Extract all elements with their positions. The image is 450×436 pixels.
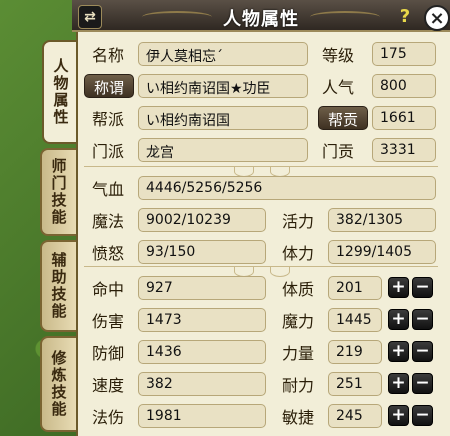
school-label: 门派 bbox=[92, 142, 125, 161]
hp-label: 气血 bbox=[92, 180, 125, 199]
endurance-label: 耐力 bbox=[282, 376, 315, 395]
title-button[interactable]: 称谓 bbox=[84, 74, 134, 98]
magic-minus-button[interactable]: − bbox=[412, 309, 433, 330]
hit-label: 命中 bbox=[92, 280, 125, 299]
agility-label: 敏捷 bbox=[282, 408, 315, 427]
mp-field: 9002/10239 bbox=[138, 208, 266, 232]
contribution-field: 1661 bbox=[372, 106, 436, 130]
tab-label: 修炼技能 bbox=[49, 350, 68, 418]
tab-character-attributes[interactable]: 人物属性 bbox=[42, 40, 78, 144]
strength-plus-button[interactable]: + bbox=[388, 341, 409, 362]
vigor-field: 382/1305 bbox=[328, 208, 436, 232]
level-field: 175 bbox=[372, 42, 436, 66]
title-field: い相约南诏国★功臣 bbox=[138, 74, 308, 98]
contribution-button[interactable]: 帮贡 bbox=[318, 106, 368, 130]
hp-field: 4446/5256/5256 bbox=[138, 176, 436, 200]
constitution-minus-button[interactable]: − bbox=[412, 277, 433, 298]
popularity-field: 800 bbox=[372, 74, 436, 98]
magic-label: 魔力 bbox=[282, 312, 315, 331]
school-contribution-label: 门贡 bbox=[322, 142, 355, 161]
title-bar[interactable]: ⇄ 人物属性 ? × bbox=[72, 0, 450, 32]
agility-field: 245 bbox=[328, 404, 382, 428]
agility-plus-button[interactable]: + bbox=[388, 405, 409, 426]
tab-label: 辅助技能 bbox=[49, 252, 68, 320]
spell-damage-label: 法伤 bbox=[92, 408, 125, 427]
help-icon[interactable]: ? bbox=[394, 5, 416, 27]
anger-field: 93/150 bbox=[138, 240, 266, 264]
stamina-field: 1299/1405 bbox=[328, 240, 436, 264]
defense-field: 1436 bbox=[138, 340, 266, 364]
constitution-plus-button[interactable]: + bbox=[388, 277, 409, 298]
name-label: 名称 bbox=[92, 46, 125, 65]
agility-minus-button[interactable]: − bbox=[412, 405, 433, 426]
speed-label: 速度 bbox=[92, 376, 125, 395]
name-field: 伊人莫相忘ˊ bbox=[138, 42, 308, 66]
tab-school-skills[interactable]: 师门技能 bbox=[40, 148, 76, 236]
guild-label: 帮派 bbox=[92, 110, 125, 129]
endurance-plus-button[interactable]: + bbox=[388, 373, 409, 394]
hit-field: 927 bbox=[138, 276, 266, 300]
school-field: 龙宫 bbox=[138, 138, 308, 162]
tab-cultivation-skills[interactable]: 修炼技能 bbox=[40, 336, 76, 432]
level-label: 等级 bbox=[322, 46, 355, 65]
endurance-minus-button[interactable]: − bbox=[412, 373, 433, 394]
anger-label: 愤怒 bbox=[92, 244, 125, 263]
spell-damage-field: 1981 bbox=[138, 404, 266, 428]
popularity-label: 人气 bbox=[322, 78, 355, 97]
constitution-label: 体质 bbox=[282, 280, 315, 299]
tab-label: 人物属性 bbox=[51, 58, 70, 126]
strength-minus-button[interactable]: − bbox=[412, 341, 433, 362]
tab-auxiliary-skills[interactable]: 辅助技能 bbox=[40, 240, 76, 332]
damage-field: 1473 bbox=[138, 308, 266, 332]
magic-field: 1445 bbox=[328, 308, 382, 332]
vigor-label: 活力 bbox=[282, 212, 315, 231]
stamina-label: 体力 bbox=[282, 244, 315, 263]
close-icon[interactable]: × bbox=[424, 5, 450, 31]
constitution-field: 201 bbox=[328, 276, 382, 300]
school-contribution-field: 3331 bbox=[372, 138, 436, 162]
defense-label: 防御 bbox=[92, 344, 125, 363]
mp-label: 魔法 bbox=[92, 212, 125, 231]
magic-plus-button[interactable]: + bbox=[388, 309, 409, 330]
endurance-field: 251 bbox=[328, 372, 382, 396]
tab-label: 师门技能 bbox=[49, 158, 68, 226]
strength-field: 219 bbox=[328, 340, 382, 364]
strength-label: 力量 bbox=[282, 344, 315, 363]
damage-label: 伤害 bbox=[92, 312, 125, 331]
guild-field: い相约南诏国 bbox=[138, 106, 308, 130]
speed-field: 382 bbox=[138, 372, 266, 396]
